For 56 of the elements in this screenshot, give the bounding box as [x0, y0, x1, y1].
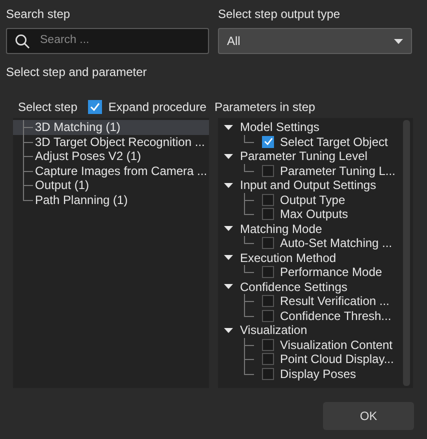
checkbox[interactable]: [262, 208, 274, 220]
checkbox[interactable]: [262, 237, 274, 250]
search-field[interactable]: Search ...: [6, 28, 209, 54]
field-label: Select step output type: [218, 6, 342, 22]
expand-arrow-icon[interactable]: [224, 152, 233, 161]
parameter-label: Confidence Thresh...: [280, 308, 392, 323]
caret-icon: [394, 38, 403, 44]
expand-procedure-checkbox[interactable]: Expand procedure: [88, 99, 206, 115]
checkbox[interactable]: [262, 194, 274, 206]
field-label: Search step: [6, 6, 72, 22]
tree-group[interactable]: Execution Method: [218, 250, 400, 265]
tree-item[interactable]: Output (1): [13, 178, 209, 192]
tree-group[interactable]: Model Settings: [218, 120, 400, 134]
checkbox[interactable]: [262, 164, 274, 177]
parameter-label: Point Cloud Display...: [280, 352, 394, 366]
column-label: Parameters in step: [214, 99, 316, 115]
ok-button[interactable]: OK: [323, 402, 414, 430]
checkbox[interactable]: [262, 295, 274, 308]
search-icon: [15, 34, 30, 48]
checkbox[interactable]: [262, 266, 274, 278]
tree-item[interactable]: Adjust Poses V2 (1): [13, 149, 209, 164]
checkbox[interactable]: [262, 338, 274, 351]
checkbox[interactable]: [262, 310, 274, 322]
parameter-label: Parameter Tuning L...: [280, 164, 396, 178]
output-type-dropdown[interactable]: All: [218, 28, 412, 54]
expand-arrow-icon[interactable]: [224, 253, 233, 262]
expand-arrow-icon[interactable]: [224, 180, 233, 190]
checkbox[interactable]: [262, 136, 274, 148]
tree-group[interactable]: Visualization: [218, 323, 400, 338]
column-label: Select step: [18, 99, 78, 115]
parameter-label: Select Target Object: [280, 134, 388, 149]
tree-group[interactable]: Input and Output Settings: [218, 178, 400, 192]
parameter-label: Visualization Content: [280, 338, 393, 352]
tree-item[interactable]: 3D Matching (1): [13, 120, 209, 134]
tree-group[interactable]: Matching Mode: [218, 222, 400, 236]
tree-item[interactable]: Path Planning (1): [13, 192, 209, 207]
checkmark-icon: [90, 102, 100, 112]
parameter-label: Display Poses: [280, 366, 356, 381]
parameter-label: Performance Mode: [280, 265, 382, 280]
expand-arrow-icon[interactable]: [224, 282, 233, 292]
parameter-label: Output Type: [280, 192, 346, 207]
expand-arrow-icon[interactable]: [224, 224, 233, 234]
tree-group[interactable]: Confidence Settings: [218, 280, 400, 294]
tree-group[interactable]: Parameter Tuning Level: [218, 149, 400, 164]
tree-item[interactable]: 3D Target Object Recognition ...: [13, 134, 209, 149]
checkmark-icon: [264, 137, 272, 146]
parameter-label: Result Verification ...: [280, 294, 390, 308]
tree-item[interactable]: Capture Images from Camera ...: [13, 164, 209, 178]
checkbox[interactable]: [262, 368, 274, 380]
parameter-label: Max Outputs: [280, 207, 348, 222]
expand-arrow-icon[interactable]: [224, 326, 233, 335]
parameter-label: Auto-Set Matching ...: [280, 236, 392, 250]
section-label: Select step and parameter: [6, 64, 148, 80]
search-input[interactable]: Search ...: [40, 32, 180, 50]
checkbox[interactable]: [262, 353, 274, 366]
expand-arrow-icon[interactable]: [224, 122, 233, 132]
